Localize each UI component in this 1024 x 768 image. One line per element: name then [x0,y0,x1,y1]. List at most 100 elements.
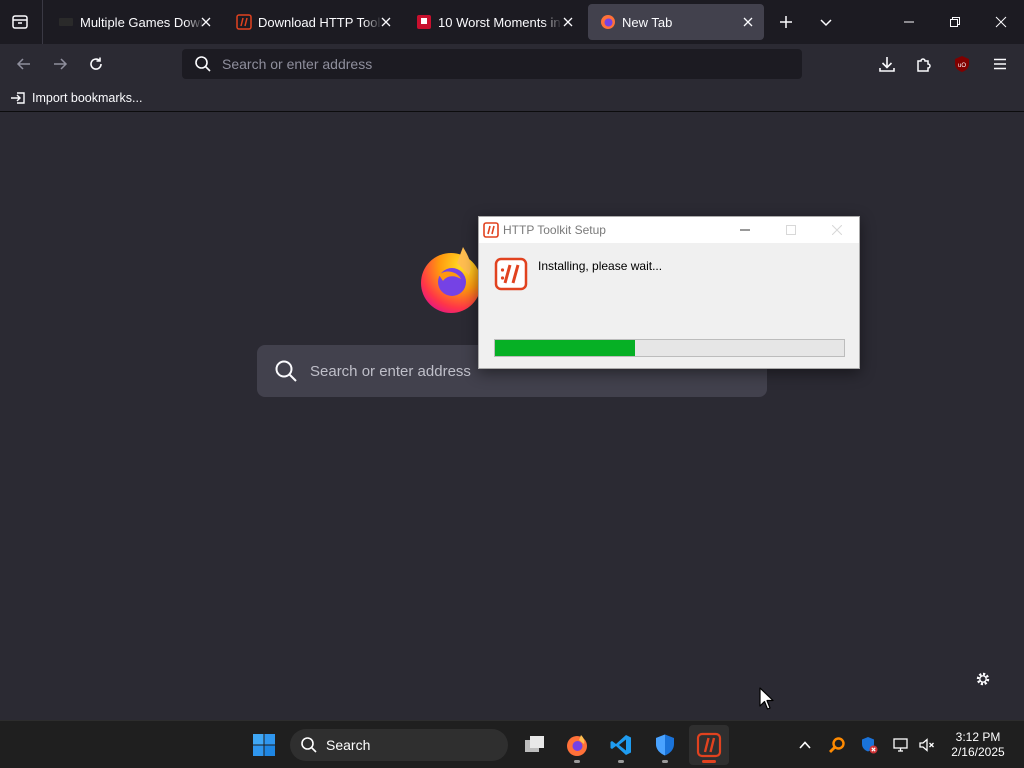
tab-title: Multiple Games Downlo [80,14,204,30]
tray-search-tool[interactable] [825,733,849,757]
extensions-button[interactable] [910,50,938,78]
bookmarks-toolbar: Import bookmarks... [0,84,1024,112]
back-button[interactable] [10,50,38,78]
gear-icon [976,672,990,686]
forward-button[interactable] [46,50,74,78]
active-indicator [702,760,716,763]
clock-date: 2/16/2025 [951,745,1005,759]
downloads-button[interactable] [873,50,901,78]
ublock-shield-icon: uO [955,56,969,72]
navigation-toolbar: Search or enter address uO [0,44,1024,84]
close-tab-icon[interactable] [198,14,214,30]
install-progress-fill [495,340,635,356]
tray-security-status[interactable] [857,733,881,757]
http-toolkit-icon [494,257,528,291]
taskbar-defender[interactable] [645,725,685,765]
tab-download-http-toolkit[interactable]: Download HTTP Toolkit [224,4,402,40]
import-bookmarks-label: Import bookmarks... [32,91,143,105]
plus-icon [780,16,792,28]
chevron-down-icon [820,19,832,27]
setup-dialog: HTTP Toolkit Setup Installing, please wa… [478,216,860,369]
tab-10-worst-moments[interactable]: 10 Worst Moments in E [404,4,584,40]
security-warning-icon [862,737,878,754]
minimize-window-button[interactable] [886,0,932,44]
windows-start-icon [253,734,275,756]
restore-icon [950,17,960,27]
taskbar-search[interactable]: Search [290,729,508,761]
mouse-cursor [759,687,775,711]
vscode-icon [610,735,631,755]
tray-network[interactable] [889,733,913,757]
tab-divider [42,0,43,44]
dialog-maximize-button [779,221,803,239]
defender-icon [656,734,674,756]
taskbar-search-label: Search [326,737,371,753]
game-site-favicon [58,14,74,30]
reload-icon [90,57,102,70]
new-tab-page: Search or enter address [0,112,1024,720]
restore-window-button[interactable] [932,0,978,44]
minimize-icon [904,21,914,23]
volume-muted-icon [919,738,934,752]
tab-strip: Multiple Games Downlo Download HTTP Tool… [0,0,1024,44]
http-toolkit-favicon [236,14,252,30]
tab-new-tab[interactable]: New Tab [588,4,764,40]
show-hidden-icons-button[interactable] [793,733,817,757]
install-progress-bar [494,339,845,357]
new-tab-button[interactable] [772,8,800,36]
network-icon [893,738,908,752]
tab-title: 10 Worst Moments in E [438,14,562,30]
taskbar-vscode[interactable] [601,725,641,765]
firefox-view-button[interactable] [6,8,34,36]
newtab-search-placeholder: Search or enter address [310,362,471,380]
running-indicator [618,760,624,763]
search-icon [195,56,211,72]
back-arrow-icon [16,58,30,70]
reload-button[interactable] [82,50,110,78]
dialog-close-button [825,221,849,239]
app-menu-button[interactable] [986,50,1014,78]
windows-taskbar: Search 3:12 PM 2/16/2025 [0,720,1024,768]
firefox-logo [419,245,483,313]
search-tool-icon [829,737,845,753]
close-tab-icon[interactable] [560,14,576,30]
tab-multiple-games[interactable]: Multiple Games Downlo [46,4,222,40]
clock-time: 3:12 PM [955,730,1001,744]
firefox-favicon [600,14,616,30]
personalize-button[interactable] [972,668,994,690]
chevron-up-icon [799,741,811,749]
import-bookmarks-button[interactable]: Import bookmarks... [10,89,142,107]
taskbar-firefox[interactable] [557,725,597,765]
search-icon [301,737,317,753]
arrow-cursor-icon [759,687,774,710]
maximize-icon [786,225,796,235]
dialog-titlebar[interactable]: HTTP Toolkit Setup [479,217,859,243]
close-icon [995,16,1007,28]
taskbar-http-toolkit[interactable] [689,725,729,765]
taskbar-clock[interactable]: 3:12 PM 2/16/2025 [940,730,1016,760]
minimize-icon [740,229,750,231]
close-tab-icon[interactable] [378,14,394,30]
close-icon [832,225,842,235]
close-tab-icon[interactable] [740,14,756,30]
search-icon [275,360,297,382]
firefox-view-icon [12,15,28,29]
running-indicator [662,760,668,763]
start-button[interactable] [244,725,284,765]
tab-title: New Tab [622,14,673,30]
puzzle-piece-icon [917,58,931,72]
dialog-title: HTTP Toolkit Setup [503,223,606,237]
address-bar[interactable]: Search or enter address [182,49,802,79]
tray-volume[interactable] [915,733,939,757]
hamburger-menu-icon [994,58,1006,70]
list-all-tabs-button[interactable] [812,8,840,36]
forward-arrow-icon [54,58,68,70]
svg-text:uO: uO [958,63,966,69]
ublock-origin-button[interactable]: uO [948,50,976,78]
task-view-button[interactable] [514,725,554,765]
close-window-button[interactable] [978,0,1024,44]
dialog-minimize-button[interactable] [733,221,757,239]
http-toolkit-icon [696,732,722,758]
http-toolkit-icon [483,222,499,238]
firefox-icon [567,735,587,756]
